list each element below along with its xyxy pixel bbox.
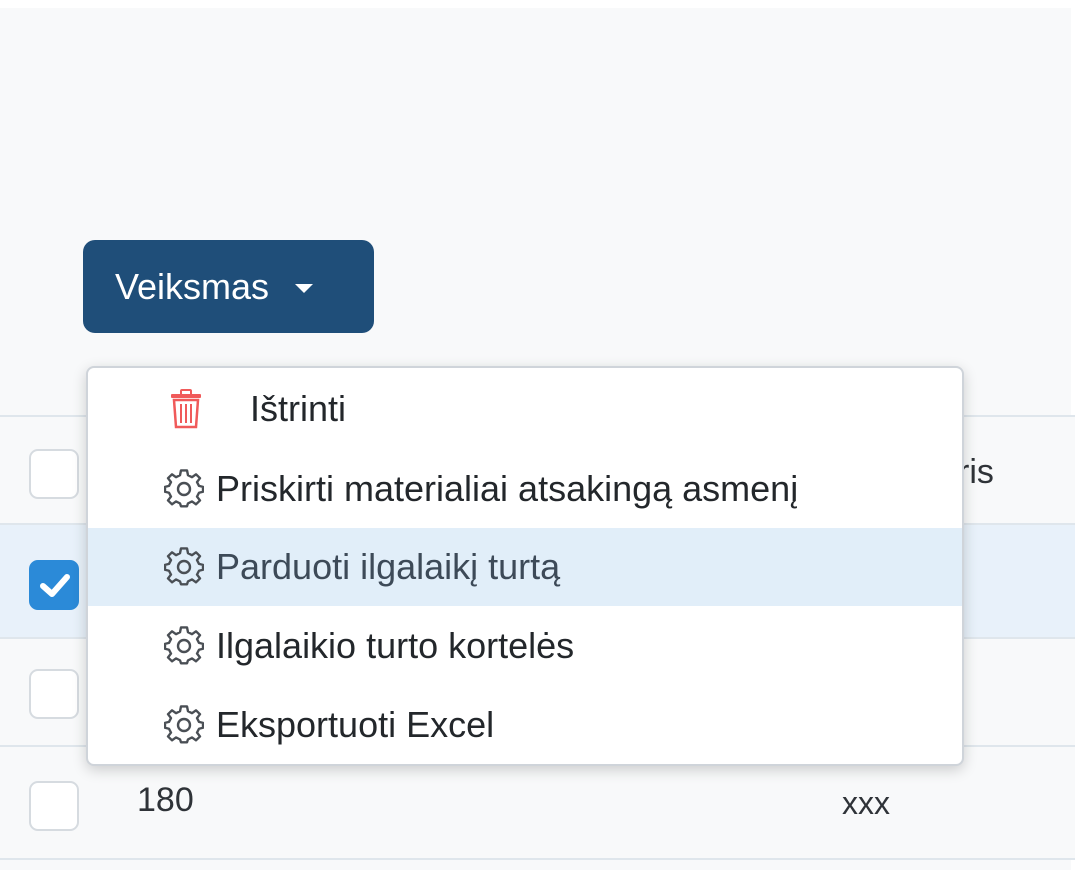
action-dropdown-button[interactable]: Veiksmas (83, 240, 374, 333)
gear-icon (164, 705, 204, 744)
menu-item-label: Eksportuoti Excel (216, 704, 495, 745)
menu-item-label: Parduoti ilgalaikį turtą (216, 546, 561, 587)
row-checkbox[interactable] (29, 669, 79, 719)
menu-item-assign-responsible-person[interactable]: Priskirti materialiai atsakingą asmenį (88, 450, 962, 528)
menu-item-label: Ilgalaikio turto kortelės (216, 625, 575, 666)
row-code-cell: xxx (842, 785, 890, 821)
action-dropdown-menu: Ištrinti Priskirti materialiai atsakingą… (86, 366, 964, 766)
action-button-label: Veiksmas (115, 265, 270, 307)
gear-icon (164, 469, 204, 508)
row-checkbox[interactable] (29, 560, 79, 610)
page-background: ris 180 xxx Veiksmas Ištrinti Priskirti … (0, 0, 1075, 870)
top-edge (0, 0, 1075, 8)
gear-icon (164, 547, 204, 586)
menu-item-export-excel[interactable]: Eksportuoti Excel (88, 686, 962, 764)
caret-down-icon (295, 284, 314, 293)
menu-item-delete[interactable]: Ištrinti (88, 370, 962, 448)
menu-item-label: Priskirti materialiai atsakingą asmenį (216, 468, 799, 509)
check-icon (40, 574, 70, 597)
select-all-checkbox[interactable] (29, 449, 79, 499)
menu-item-fixed-asset-cards[interactable]: Ilgalaikio turto kortelės (88, 607, 962, 685)
menu-item-sell-fixed-asset[interactable]: Parduoti ilgalaikį turtą (88, 528, 962, 606)
row-number-cell: 180 (137, 781, 194, 819)
gear-icon (164, 626, 204, 665)
menu-item-label: Ištrinti (250, 388, 347, 429)
trash-icon (171, 389, 201, 429)
row-checkbox[interactable] (29, 781, 79, 831)
